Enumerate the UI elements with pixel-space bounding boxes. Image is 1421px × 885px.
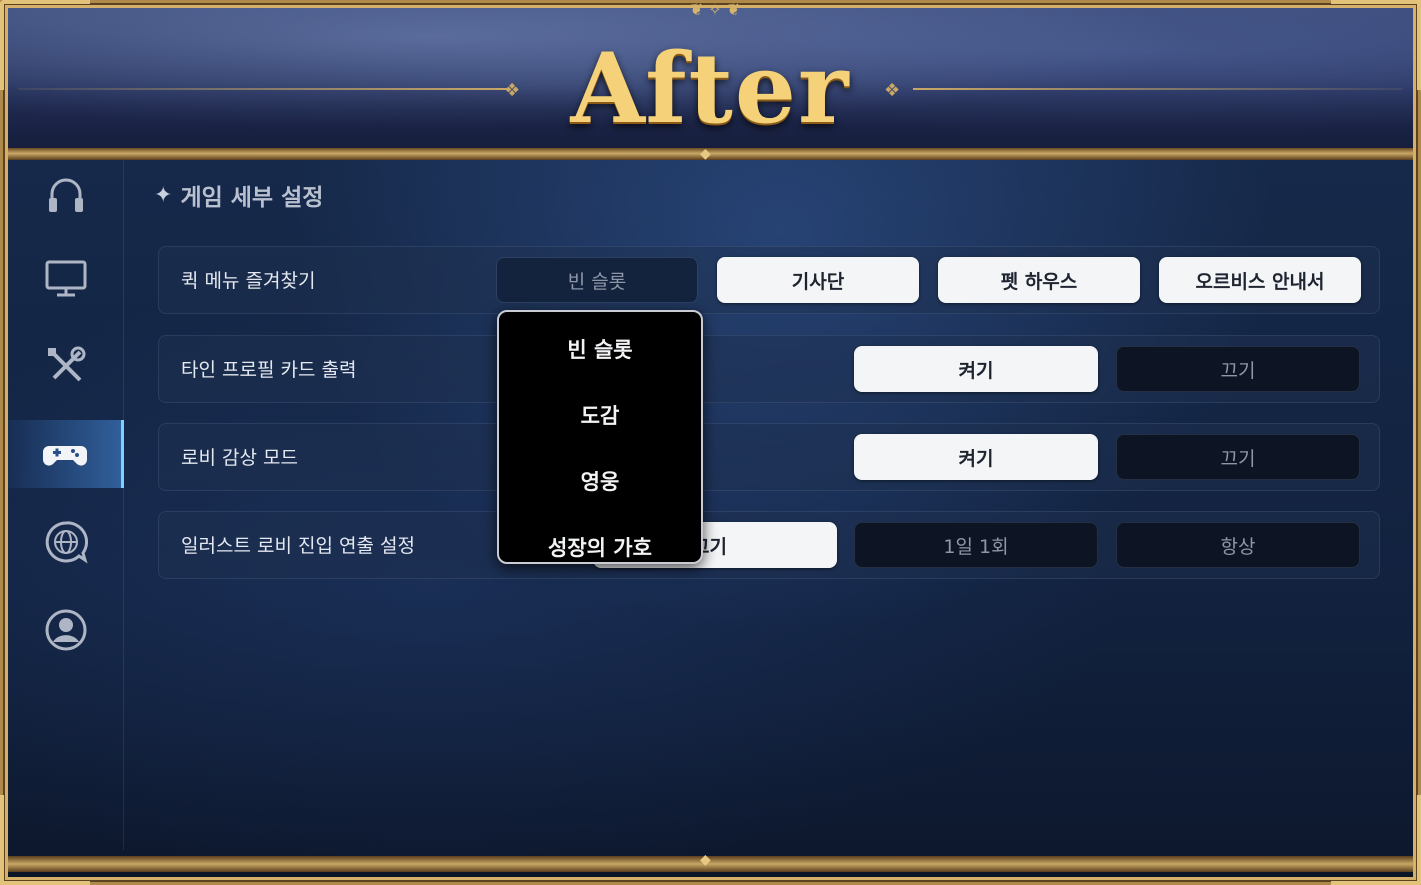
sidebar-item-game[interactable] (8, 420, 124, 488)
quick-menu-dropdown: 빈 슬롯 도감 영웅 성장의 가호 (497, 310, 703, 564)
quick-menu-option-knights[interactable]: 기사단 (717, 257, 919, 303)
banner-title: After (570, 32, 851, 145)
section-title: ✦ 게임 세부 설정 (154, 178, 323, 212)
setting-row-lobby-mode: 로비 감상 모드 켜기 끄기 (158, 423, 1380, 491)
top-ornament-icon: ❦ ✧ ❦ (689, 0, 741, 19)
dropdown-item-growth-blessing[interactable]: 성장의 가호 (499, 532, 701, 562)
setting-row-quick-menu: 퀵 메뉴 즐겨찾기 빈 슬롯 기사단 펫 하우스 오르비스 안내서 (158, 246, 1380, 314)
headphones-icon (49, 178, 83, 212)
setting-label: 일러스트 로비 진입 연출 설정 (181, 535, 415, 557)
sidebar-item-language[interactable] (8, 508, 124, 576)
settings-sidebar (8, 160, 124, 850)
setting-label: 퀵 메뉴 즐겨찾기 (181, 270, 316, 292)
lobby-mode-off-button[interactable]: 끄기 (1116, 434, 1360, 480)
sidebar-item-audio[interactable] (8, 160, 124, 228)
setting-row-illust-lobby: 일러스트 로비 진입 연출 설정 끄기 1일 1회 항상 (158, 511, 1380, 579)
illust-lobby-always-button[interactable]: 항상 (1116, 522, 1360, 568)
sidebar-item-account[interactable] (8, 596, 124, 664)
banner-border-ornament-icon: ◆ (700, 146, 711, 162)
monitor-icon (45, 260, 87, 297)
gamepad-icon (42, 446, 87, 466)
illust-lobby-daily-button[interactable]: 1일 1회 (854, 522, 1098, 568)
lobby-mode-on-button[interactable]: 켜기 (854, 434, 1098, 480)
quick-menu-option-pet-house[interactable]: 펫 하우스 (938, 257, 1140, 303)
quick-menu-slot-select[interactable]: 빈 슬롯 (496, 257, 698, 303)
quick-menu-option-orbis-guide[interactable]: 오르비스 안내서 (1159, 257, 1361, 303)
globe-chat-icon (45, 521, 89, 564)
sidebar-item-controls[interactable] (8, 332, 124, 400)
sparkle-icon: ✦ (154, 182, 173, 208)
section-title-text: 게임 세부 설정 (180, 185, 324, 211)
setting-row-profile-card: 타인 프로필 카드 출력 켜기 끄기 (158, 335, 1380, 403)
banner: ❖ ❖ After (8, 8, 1413, 154)
bottom-border-ornament-icon: ◆ (700, 852, 711, 868)
dropdown-item-collection[interactable]: 도감 (499, 400, 701, 430)
sidebar-item-display[interactable] (8, 244, 124, 312)
tools-icon (48, 346, 86, 382)
dropdown-item-empty-slot[interactable]: 빈 슬롯 (499, 334, 701, 364)
profile-card-on-button[interactable]: 켜기 (854, 346, 1098, 392)
user-circle-icon (45, 609, 87, 651)
profile-card-off-button[interactable]: 끄기 (1116, 346, 1360, 392)
setting-label: 타인 프로필 카드 출력 (181, 359, 357, 381)
setting-label: 로비 감상 모드 (181, 447, 298, 469)
dropdown-item-heroes[interactable]: 영웅 (499, 466, 701, 496)
